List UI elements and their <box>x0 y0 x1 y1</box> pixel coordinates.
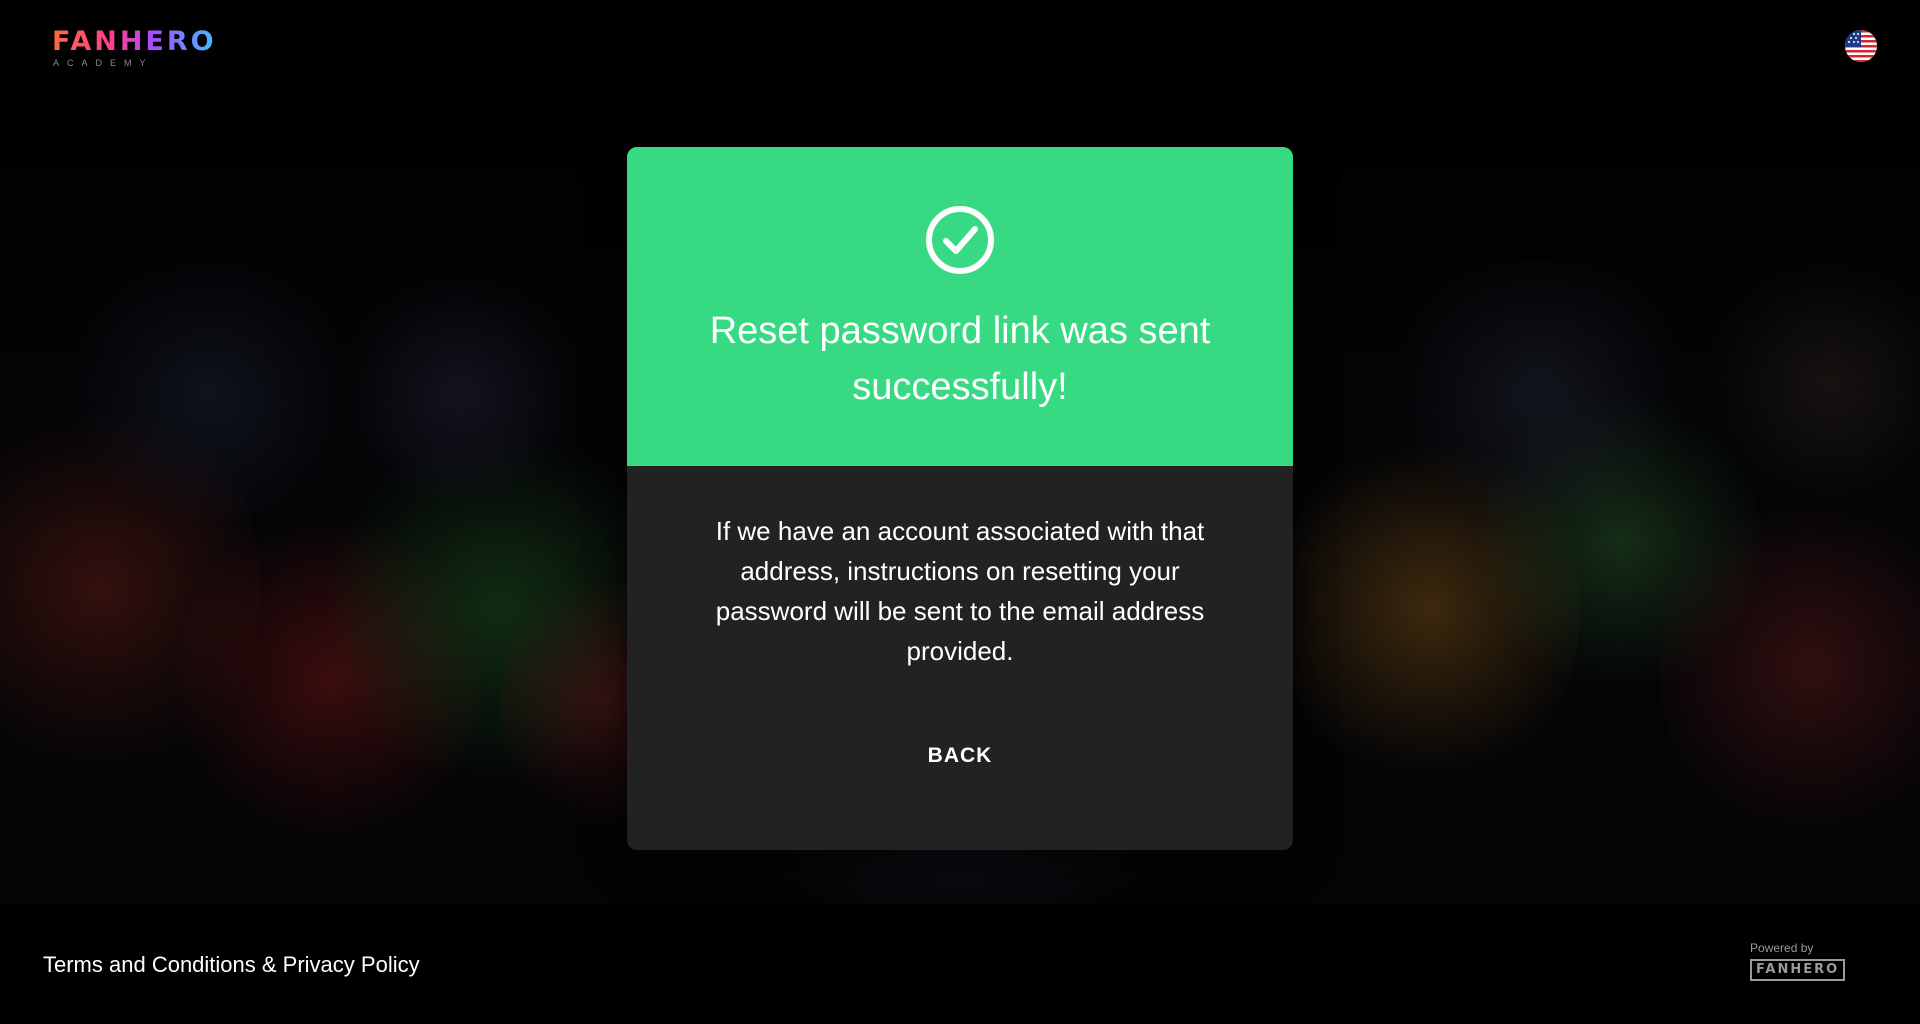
dialog-message: If we have an account associated with th… <box>715 516 1205 666</box>
logo-wordmark: FANHERO <box>52 28 222 56</box>
powered-by-logo: FANHERO <box>1750 959 1846 981</box>
logo-subtext: ACADEMY <box>53 58 154 68</box>
back-button[interactable]: BACK <box>885 734 1035 778</box>
dialog-header: Reset password link was sent successfull… <box>627 147 1293 466</box>
footer: Terms and Conditions & Privacy Policy Po… <box>0 904 1920 1024</box>
reset-password-page: FANHERO ACADEMY Reset password link was … <box>0 0 1920 1024</box>
powered-by-badge[interactable]: Powered by FANHERO <box>1750 941 1846 987</box>
dialog-title: Reset password link was sent successfull… <box>709 310 1211 408</box>
powered-by-label: Powered by <box>1750 941 1814 955</box>
language-selector[interactable] <box>1845 30 1877 62</box>
reset-success-dialog: Reset password link was sent successfull… <box>627 147 1293 850</box>
dialog-body: If we have an account associated with th… <box>627 466 1293 850</box>
check-circle-icon <box>926 206 994 274</box>
fanhero-academy-logo[interactable]: FANHERO ACADEMY <box>52 28 222 70</box>
terms-privacy-link[interactable]: Terms and Conditions & Privacy Policy <box>43 952 420 978</box>
us-flag-icon <box>1845 30 1877 62</box>
